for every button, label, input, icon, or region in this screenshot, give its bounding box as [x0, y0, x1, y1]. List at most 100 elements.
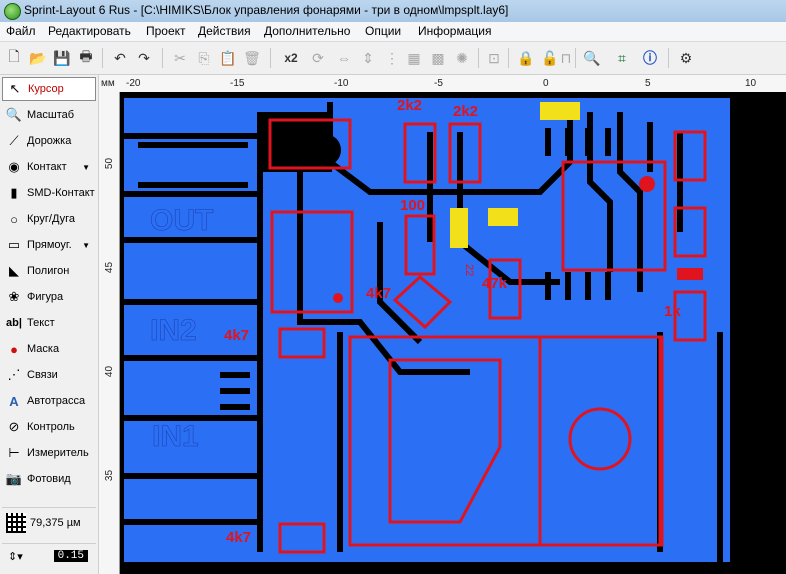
tool-text[interactable]: ab| Текст: [2, 311, 96, 335]
ruler-tick-label: 45: [104, 261, 116, 274]
toolbar: 🗋 📂 💾 🖶 ↶ ↷ ✂ ⎘ 📋 🗑 x2 ⟳ ⇔ ⇕ ⋮ ▦ ▩ ✺ ⊡ 🔒…: [0, 42, 786, 75]
ruler-top: мм -20 -15 -10 -5 0 5 10: [99, 75, 786, 93]
ruler-tick-label: 0: [543, 78, 549, 89]
save-icon[interactable]: 💾: [52, 48, 72, 68]
pcb-canvas[interactable]: OUT IN2 IN1 2k2 2k2 100 4k7 47k 1k 4k7 4…: [120, 92, 786, 574]
tool-smd-pad[interactable]: ▮ SMD-Контакт: [2, 181, 96, 205]
info-icon[interactable]: ⓘ: [640, 48, 660, 68]
zoom-icon[interactable]: 🔍: [582, 48, 602, 68]
ruler-left: 50 45 40 35: [99, 92, 120, 574]
measure-icon: ⊢: [8, 445, 20, 460]
label-r5: 47k: [482, 275, 508, 292]
label-r9: 22: [463, 264, 475, 276]
align-icon[interactable]: ⋮: [382, 48, 402, 68]
tool-connections[interactable]: ⋰ Связи: [2, 363, 96, 387]
move-icon[interactable]: ⊡: [484, 48, 504, 68]
menu-project[interactable]: Проект: [146, 24, 186, 38]
label-r8: 4k7: [226, 529, 251, 546]
check-icon: ⊘: [8, 419, 20, 434]
cut-icon[interactable]: ✂: [170, 48, 190, 68]
ruler-unit: мм: [101, 78, 115, 89]
width-icon: ⇕▾: [8, 550, 23, 563]
label-out: OUT: [150, 204, 213, 237]
tool-zoom[interactable]: 🔍 Масштаб: [2, 103, 96, 127]
ruler-tick-label: 10: [745, 78, 757, 89]
tool-figure[interactable]: ❀ Фигура: [2, 285, 96, 309]
rotate-icon[interactable]: ⟳: [308, 48, 328, 68]
app-icon: [4, 3, 21, 20]
connections-icon: ⋰: [7, 367, 21, 382]
tool-measure[interactable]: ⊢ Измеритель: [2, 441, 96, 465]
tool-circle[interactable]: ○ Круг/Дуга: [2, 207, 96, 231]
menu-actions[interactable]: Действия: [198, 24, 251, 38]
menu-edit[interactable]: Редактировать: [48, 24, 131, 38]
text-icon: ab|: [6, 317, 22, 329]
mask-icon: ●: [10, 341, 18, 357]
label-r1: 2k2: [397, 97, 422, 114]
copy-icon[interactable]: ⎘: [194, 48, 214, 68]
open-icon[interactable]: 📂: [28, 48, 48, 68]
pin-icon[interactable]: ⊓: [556, 48, 576, 68]
ruler-tick-label: 50: [104, 157, 116, 170]
window-title: Sprint-Layout 6 Rus - [C:\HIMIKS\Блок уп…: [24, 3, 509, 17]
group-icon[interactable]: ▦: [404, 48, 424, 68]
label-in1: IN1: [152, 420, 199, 453]
component-icon[interactable]: ✺: [452, 48, 472, 68]
autoroute-icon: A: [9, 393, 19, 409]
ruler-tick-label: -5: [434, 78, 443, 89]
print-icon[interactable]: 🖶: [76, 48, 96, 68]
grid-icon: [6, 513, 26, 533]
ruler-tick-label: 5: [645, 78, 651, 89]
track-icon: ⟋: [9, 133, 19, 148]
magnifier-icon: 🔍: [5, 107, 23, 122]
ruler-tick-label: 40: [104, 365, 116, 378]
menu-file[interactable]: Файл: [6, 24, 36, 38]
label-r7: 4k7: [224, 327, 249, 344]
duplicate-x2-button[interactable]: x2: [278, 48, 304, 68]
menu-info[interactable]: Информация: [418, 24, 491, 38]
ruler-tick-label: -20: [126, 78, 141, 89]
ungroup-icon[interactable]: ▩: [428, 48, 448, 68]
track-width-indicator[interactable]: ⇕▾ 0.15: [2, 543, 96, 568]
label-r3: 100: [400, 197, 425, 214]
redo-icon[interactable]: ↷: [134, 48, 154, 68]
pad-icon: ◉: [8, 159, 20, 174]
ruler-tick-label: 35: [104, 469, 116, 482]
label-r4: 4k7: [366, 285, 391, 302]
tool-autoroute[interactable]: A Автотрасса: [2, 389, 96, 413]
gear-icon[interactable]: ⚙: [676, 48, 696, 68]
menu-extra[interactable]: Дополнительно: [264, 24, 350, 38]
label-r6: 1k: [664, 303, 681, 320]
chevron-down-icon[interactable]: ▼: [82, 163, 90, 172]
tool-check[interactable]: ⊘ Контроль: [2, 415, 96, 439]
mirror-v-icon[interactable]: ⇕: [358, 48, 378, 68]
paste-icon[interactable]: 📋: [218, 48, 238, 68]
tool-mask[interactable]: ● Маска: [2, 337, 96, 361]
ruler-tick-label: -15: [230, 78, 245, 89]
label-r2: 2k2: [453, 103, 478, 120]
tool-pad[interactable]: ◉ Контакт ▼: [2, 155, 96, 179]
ruler-tick-label: -10: [334, 78, 349, 89]
delete-icon[interactable]: 🗑: [242, 48, 262, 68]
tool-cursor[interactable]: ↖ Курсор: [2, 77, 96, 101]
smd-pad-icon: ▮: [10, 185, 18, 200]
undo-icon[interactable]: ↶: [110, 48, 130, 68]
track-width-value[interactable]: 0.15: [53, 550, 88, 562]
title-bar: Sprint-Layout 6 Rus - [C:\HIMIKS\Блок уп…: [0, 0, 786, 23]
new-icon[interactable]: 🗋: [4, 48, 24, 68]
crop-icon[interactable]: ⌗: [612, 48, 632, 68]
menu-bar: Файл Редактировать Проект Действия Допол…: [0, 22, 786, 42]
grid-size-indicator[interactable]: 79,375 µм: [2, 507, 96, 538]
polygon-icon: ◣: [9, 263, 19, 278]
tool-photoview[interactable]: 📷 Фотовид: [2, 467, 96, 491]
chevron-down-icon[interactable]: ▼: [82, 241, 90, 250]
lock-icon[interactable]: 🔒: [516, 48, 536, 68]
tool-track[interactable]: ⟋ Дорожка: [2, 129, 96, 153]
photoview-icon: 📷: [5, 471, 23, 486]
tool-polygon[interactable]: ◣ Полигон: [2, 259, 96, 283]
mirror-h-icon[interactable]: ⇔: [334, 48, 354, 68]
tool-rectangle[interactable]: ▭ Прямоуг. ▼: [2, 233, 96, 257]
pcb-layout[interactable]: OUT IN2 IN1 2k2 2k2 100 4k7 47k 1k 4k7 4…: [120, 92, 786, 574]
menu-options[interactable]: Опции: [365, 24, 401, 38]
grid-value: 79,375 µм: [30, 517, 81, 529]
